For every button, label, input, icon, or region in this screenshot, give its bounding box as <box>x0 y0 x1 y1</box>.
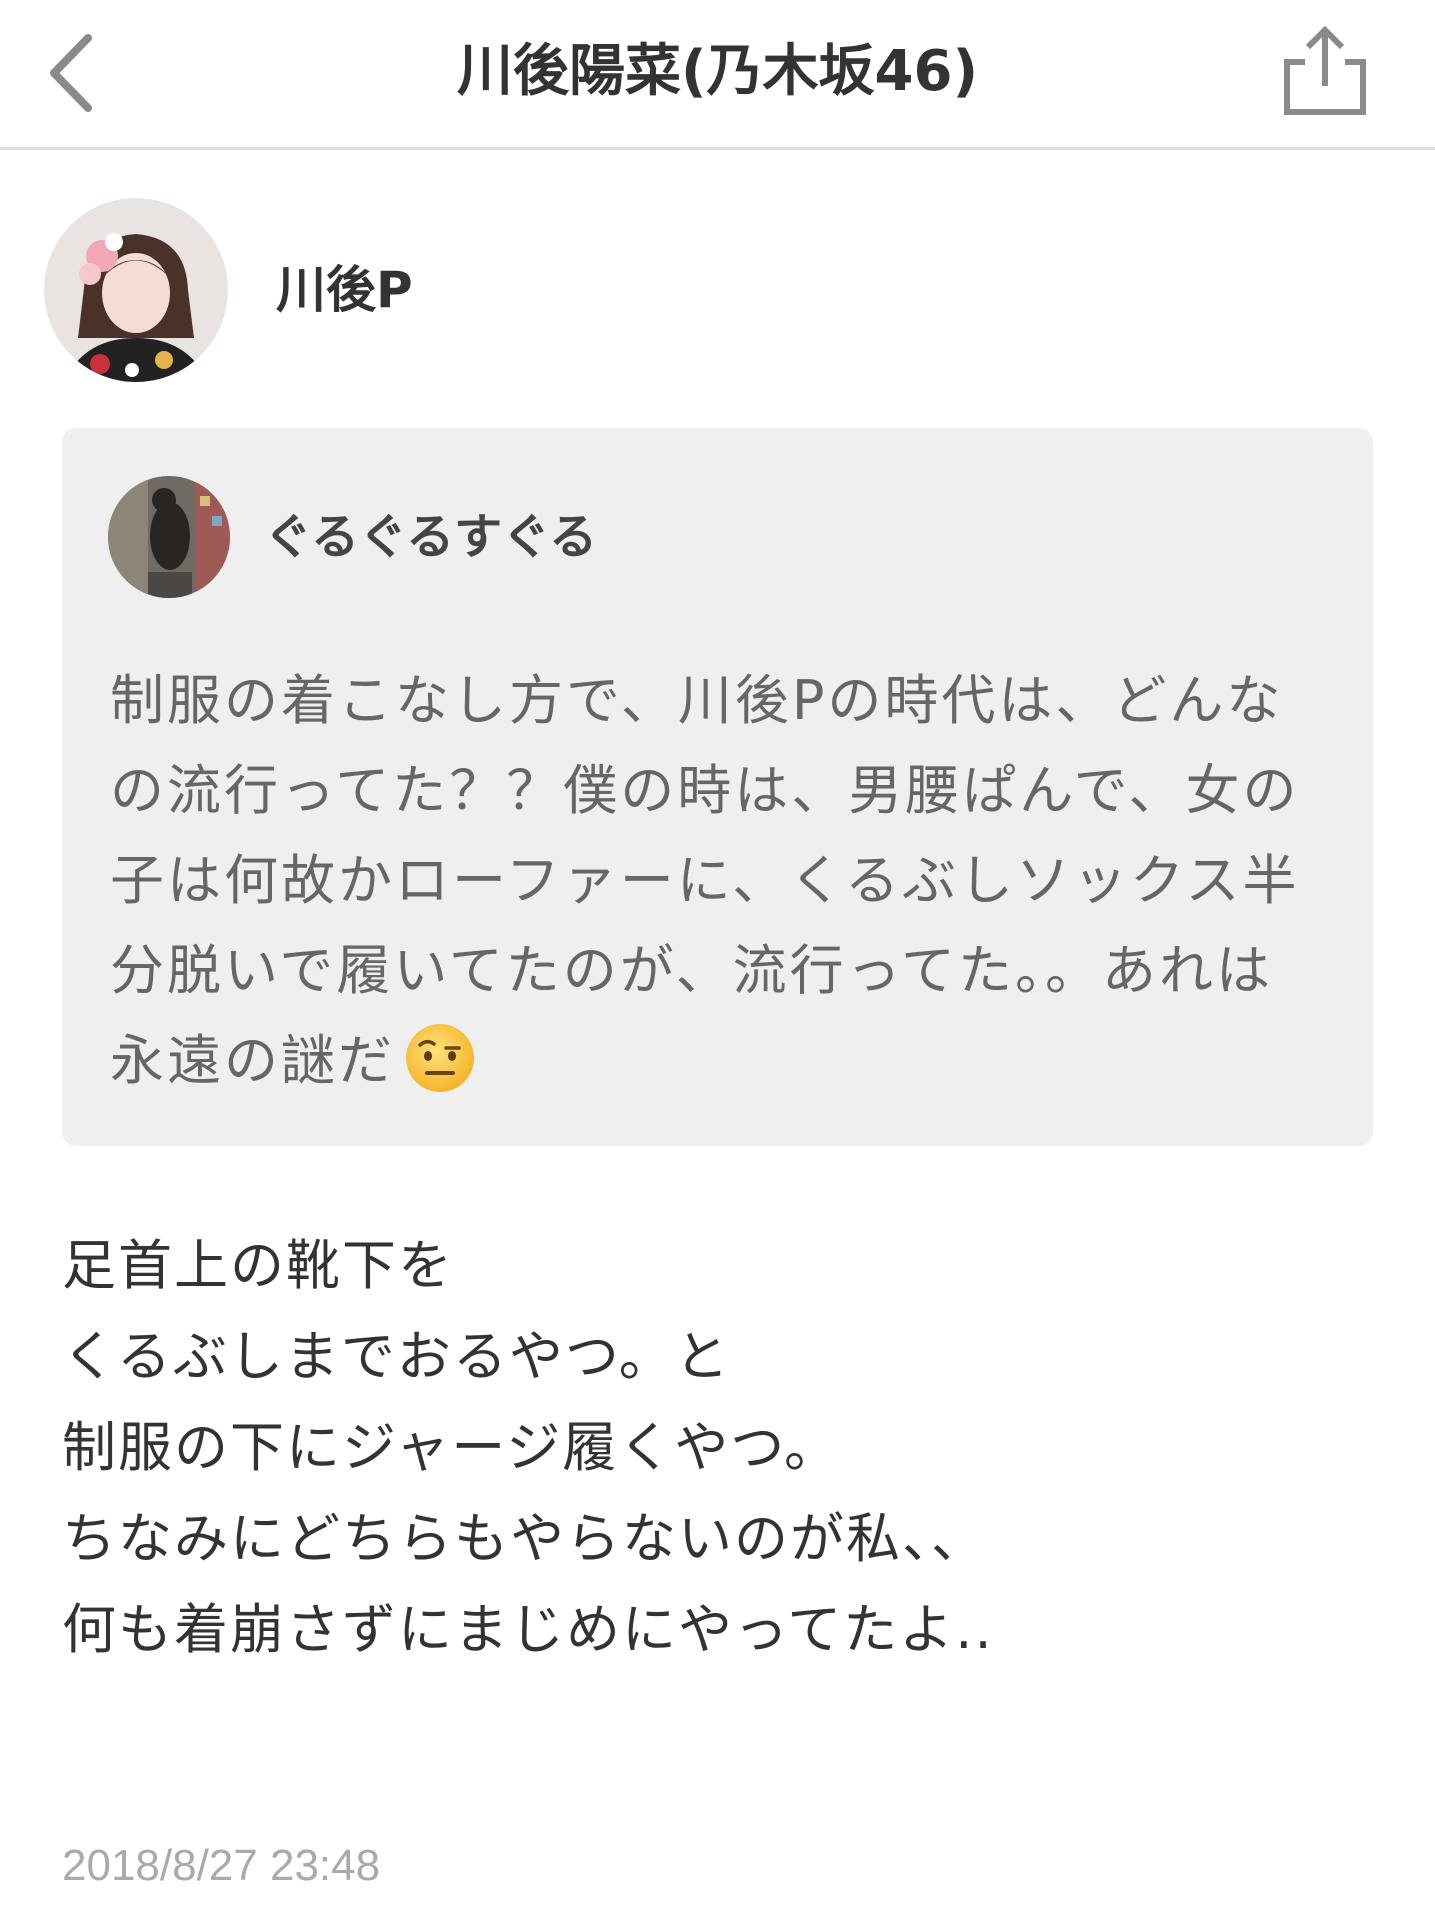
quote-line: 永遠の謎だ <box>110 1029 395 1092</box>
reply-line: 何も着崩さずにまじめにやってたよ.. <box>62 1598 994 1661</box>
post-timestamp: 2018/8/27 23:48 <box>62 1841 381 1890</box>
quoted-comment: ぐるぐるすぐる 制服の着こなし方で、川後Pの時代は、どんな の流行ってた？？僕の… <box>62 428 1373 1146</box>
page-title: 川後陽菜(乃木坂46) <box>456 39 979 104</box>
reply-line: ちなみにどちらもやらないのが私、、 <box>62 1507 987 1570</box>
quote-text: 制服の着こなし方で、川後Pの時代は、どんな の流行ってた？？僕の時は、男腰ぱんで… <box>110 656 1340 1106</box>
quote-line: 子は何故かローファーに、くるぶしソックス半 <box>110 849 1300 912</box>
share-button[interactable] <box>1275 20 1375 125</box>
nav-bar: 川後陽菜(乃木坂46) <box>0 0 1435 150</box>
post-author: 川後P <box>44 198 644 384</box>
share-icon <box>1284 25 1366 115</box>
reply-line: 制服の下にジャージ履くやつ。 <box>62 1416 841 1479</box>
quote-line: 制服の着こなし方で、川後Pの時代は、どんな <box>110 669 1284 732</box>
back-button[interactable] <box>40 28 110 118</box>
chevron-left-icon <box>50 34 92 112</box>
reply-text: 足首上の靴下を くるぶしまでおるやつ。と 制服の下にジャージ履くやつ。 ちなみに… <box>62 1220 1362 1675</box>
quote-author-name[interactable]: ぐるぐるすぐる <box>264 508 597 566</box>
reply-line: くるぶしまでおるやつ。と <box>62 1325 731 1388</box>
raised-eyebrow-face-emoji-icon <box>406 1024 474 1093</box>
author-avatar[interactable] <box>44 198 228 382</box>
reply-line: 足首上の靴下を <box>62 1234 454 1297</box>
author-name[interactable]: 川後P <box>276 260 413 320</box>
quote-line: 分脱いで履いてたのが、流行ってた。。あれは <box>110 939 1273 1002</box>
quote-last-line: 永遠の謎だ <box>110 1016 1340 1106</box>
quote-avatar[interactable] <box>108 476 230 598</box>
quote-line: の流行ってた？？僕の時は、男腰ぱんで、女の <box>110 759 1300 822</box>
